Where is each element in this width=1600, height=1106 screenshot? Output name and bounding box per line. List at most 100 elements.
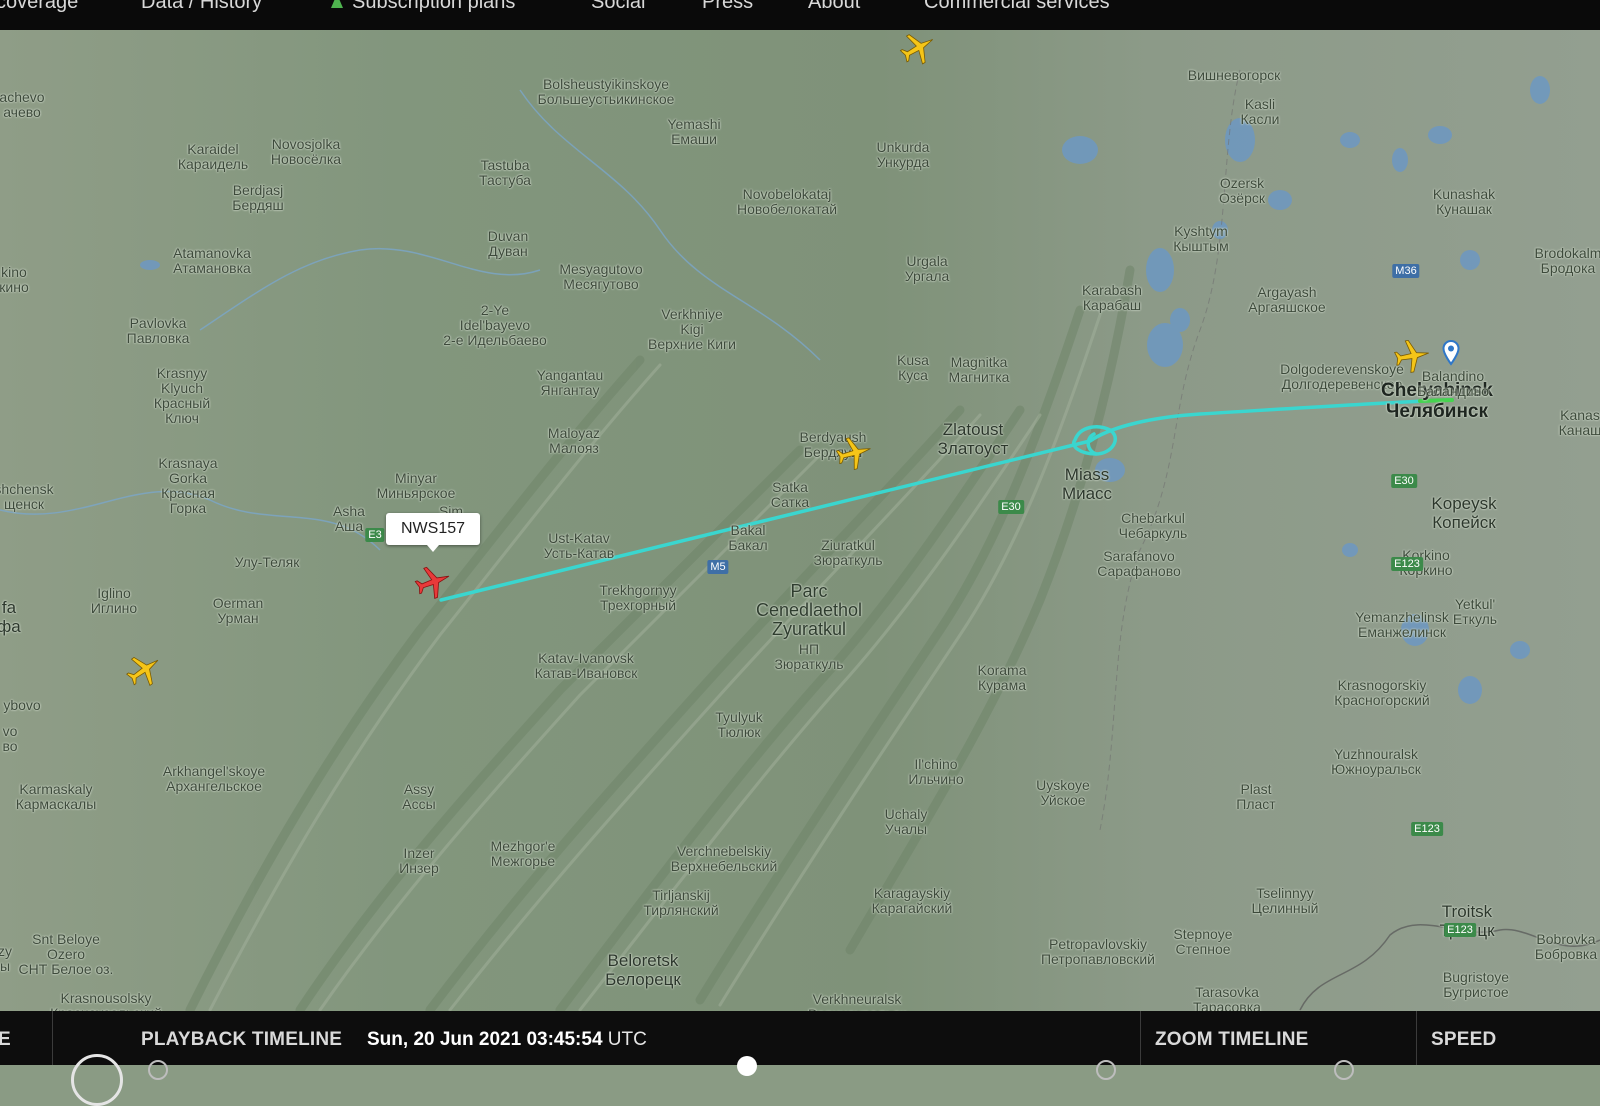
place-name-line: Kasli — [1244, 96, 1276, 112]
map-place-label: Uyskoye Уйское — [1036, 778, 1090, 808]
map-place-label: Magnitka Магнитка — [949, 355, 1010, 385]
place-name-line: Kopeysk — [1431, 494, 1497, 513]
place-name-line: Улу-Теляк — [234, 554, 300, 570]
playback-bar: E PLAYBACK TIMELINE Sun, 20 Jun 2021 03:… — [0, 1011, 1600, 1065]
zoom-handle[interactable] — [1334, 1060, 1354, 1080]
place-name-line: Bolsheustyikinskoye — [542, 76, 670, 92]
map-place-label: Unkurda Ункурда — [877, 140, 930, 170]
zoom-timeline-label: ZOOM TIMELINE — [1155, 1029, 1309, 1050]
place-name-line: Дуван — [488, 243, 528, 259]
map-place-label: zy ы — [0, 944, 12, 974]
map-place-label: Parc Cenedlaethol Zyuratkul — [756, 582, 862, 639]
map-place-label: Tselinnyy Целинный — [1251, 886, 1318, 916]
map-place-label: Bolsheustyikinskoye Большеустьикинское — [538, 77, 675, 107]
airplane-icon[interactable] — [1392, 336, 1432, 376]
map-place-label: vo во — [2, 724, 17, 754]
nav-item-subscription-plans[interactable]: Subscription plans — [352, 0, 515, 14]
place-name-line: Чебаркуль — [1118, 525, 1188, 541]
place-name-line: Krasnaya — [158, 455, 218, 471]
place-name-line: Verkhneuralsk — [812, 991, 902, 1007]
road-shield-e3: E3 — [365, 528, 385, 542]
airplane-icon[interactable] — [124, 650, 164, 690]
map-place-label: Pavlovka Павловка — [127, 316, 190, 346]
place-name-line: Бродока — [1540, 260, 1596, 276]
nav-item-press[interactable]: Press — [702, 0, 753, 14]
place-name-line: Еткуль — [1452, 611, 1498, 627]
place-name-line: Касли — [1240, 111, 1280, 127]
map-place-label: Beloretsk Белорецк — [605, 951, 681, 989]
road-shield-e123-troitsk: E123 — [1444, 923, 1476, 937]
place-name-line: Сатка — [770, 494, 810, 510]
place-name-line: Yuzhnouralsk — [1333, 746, 1419, 762]
place-name-line: Миасс — [1061, 484, 1113, 503]
place-name-line: Brodokalm — [1534, 245, 1600, 261]
map-place-label: Novosjolka Новосёлка — [271, 137, 341, 167]
place-name-line: Курама — [978, 677, 1026, 693]
nav-item-commercial-services[interactable]: Commercial services — [924, 0, 1110, 14]
timeline-start-handle[interactable] — [148, 1060, 168, 1080]
map-place-label: Katav-Ivanovsk Катав-Ивановск — [535, 651, 638, 681]
play-icon[interactable] — [71, 1054, 123, 1106]
place-name-line: Mesyagutovo — [559, 261, 643, 277]
place-name-line: Красная — [161, 485, 215, 501]
place-name-line: Uyskoye — [1036, 777, 1090, 793]
place-name-line: Tirljanskij — [652, 887, 710, 903]
place-name-line: Petropavlovskiy — [1048, 936, 1148, 952]
map-place-label: Arkhangel'skoye Архангельское — [163, 764, 265, 794]
place-name-line: Малояз — [549, 440, 599, 456]
divider — [1140, 1011, 1141, 1065]
map-place-label: Kunashak Кунашак — [1433, 187, 1495, 217]
place-name-line: Krasnousolsky — [60, 990, 152, 1006]
airplane-icon[interactable] — [413, 562, 453, 602]
place-name-line: Bugristoye — [1442, 969, 1510, 985]
place-name-line: Аргаяшское — [1248, 299, 1326, 315]
place-name-line: Карагайский — [871, 900, 953, 916]
map-place-label: Satka Сатка — [771, 480, 809, 510]
place-name-line: 2-Ye — [480, 302, 510, 318]
place-name-line: Сарафаново — [1097, 563, 1181, 579]
place-name-line: фа — [0, 617, 21, 636]
flight-map[interactable]: Bolsheustyikinskoye Большеустьикинское Виш… — [0, 30, 1600, 1011]
map-place-label: Tirljanskij Тирлянский — [643, 888, 718, 918]
map-place-label: Kanas Канаш — [1559, 408, 1600, 438]
place-name-line: achevo — [0, 89, 45, 105]
airplane-icon[interactable] — [898, 30, 938, 68]
timezone-label: UTC — [607, 1029, 647, 1050]
flight-callout[interactable]: NWS157 — [386, 513, 480, 552]
place-name-line: Тюлюк — [717, 724, 761, 740]
place-name-line: Gorka — [168, 470, 208, 486]
map-place-label: Bugristoye Бугристое — [1443, 970, 1509, 1000]
place-name-line: Korama — [977, 662, 1027, 678]
airplane-icon[interactable] — [834, 433, 874, 473]
place-name-line: Зюраткуль — [813, 552, 883, 568]
map-place-label: Zlatoust Златоуст — [938, 420, 1009, 458]
place-name-line: Ургала — [904, 268, 950, 284]
map-place-label: Il'chino Ильчино — [908, 757, 963, 787]
playback-position-handle[interactable] — [737, 1056, 757, 1076]
place-name-line: Тастуба — [479, 172, 531, 188]
place-name-line: Troitsk — [1441, 902, 1493, 921]
side-label: E — [0, 1029, 11, 1050]
place-name-line: Parc — [790, 581, 828, 601]
map-place-label: Minyar Миньярское — [377, 471, 456, 501]
nav-item-coverage[interactable]: coverage — [0, 0, 78, 14]
map-place-label: Yemashi Емаши — [667, 117, 720, 147]
place-name-line: Верхние Киги — [648, 336, 736, 352]
map-place-label: kino кино — [0, 265, 29, 295]
nav-item-social[interactable]: Social — [591, 0, 645, 14]
place-name-line: Unkurda — [876, 139, 930, 155]
map-place-label: Sarafanovo Сарафаново — [1097, 549, 1181, 579]
nav-item-data-history[interactable]: Data / History — [141, 0, 262, 14]
place-name-line: Миньярское — [376, 485, 456, 501]
place-name-line: Новосёлка — [270, 151, 342, 167]
nav-item-about[interactable]: About — [808, 0, 860, 14]
place-name-line: Berdjasj — [232, 182, 284, 198]
map-place-label: Berdjasj Бердяш — [232, 183, 283, 213]
place-name-line: Katav-Ivanovsk — [538, 650, 634, 666]
place-name-line: Месягутово — [563, 276, 639, 292]
timeline-end-handle[interactable] — [1096, 1060, 1116, 1080]
place-name-line: Красный — [153, 395, 211, 411]
place-name-line: Tselinnyy — [1256, 885, 1314, 901]
map-pin-icon[interactable] — [1442, 340, 1460, 366]
place-name-line: Ust-Katav — [548, 530, 610, 546]
